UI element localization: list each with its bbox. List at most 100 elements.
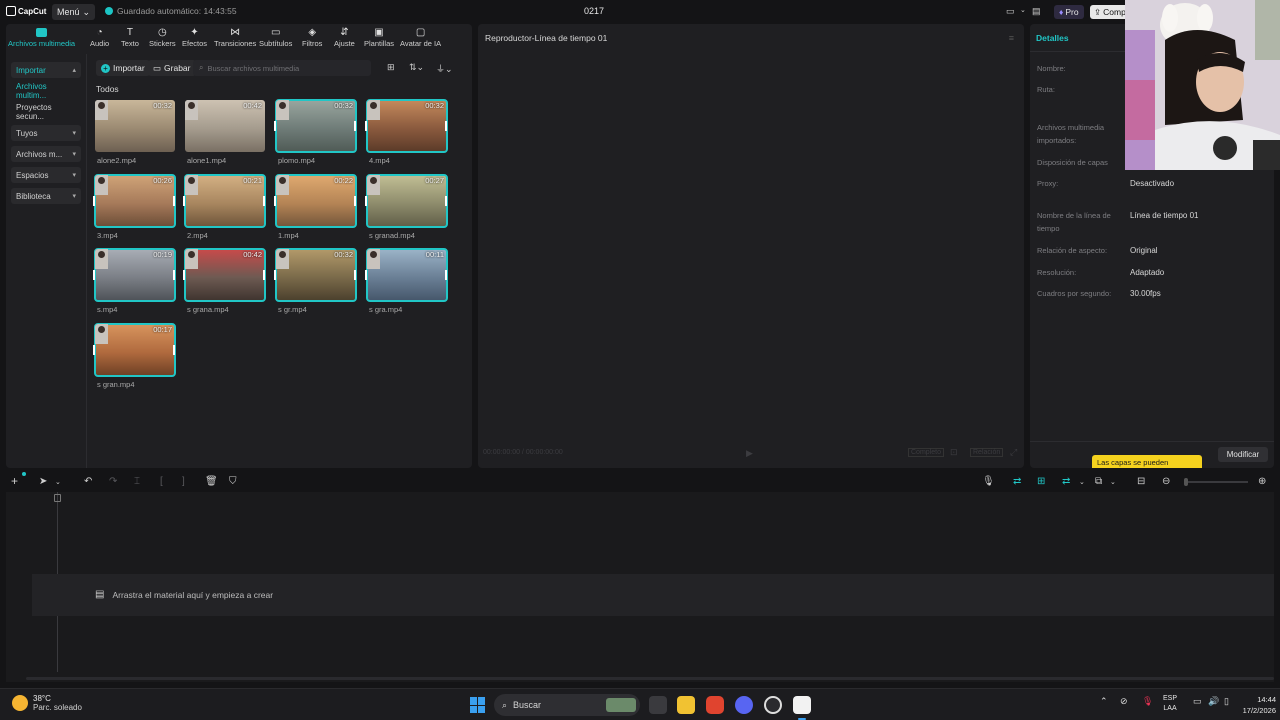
modify-button[interactable]: Modificar — [1218, 447, 1268, 462]
filter-icon[interactable]: ⏚⌄ — [436, 62, 453, 75]
media-thumbnail[interactable]: 00:21 — [184, 174, 266, 228]
chevron-up-icon[interactable]: ⌃ — [1100, 696, 1108, 707]
share-button[interactable]: ⇪ Comp — [1090, 5, 1130, 19]
tab-filters[interactable]: ◈ Filtros — [302, 27, 322, 48]
chevron-down-icon[interactable]: ⌄ — [1079, 478, 1085, 486]
fullscreen-icon[interactable]: ⤢ — [1010, 447, 1017, 458]
shortcuts-icon[interactable]: ▤ — [1032, 6, 1041, 17]
monitor-icon[interactable]: ▭ — [1193, 696, 1202, 707]
chevron-down-icon[interactable]: ⌄ — [55, 478, 61, 486]
windows-start-icon[interactable] — [470, 697, 486, 713]
trim-handle[interactable] — [445, 270, 447, 280]
trim-handle[interactable] — [263, 270, 265, 280]
capcut-taskbar-icon[interactable] — [793, 696, 811, 714]
tab-templates[interactable]: ▣ Plantillas — [364, 27, 394, 48]
trim-handle[interactable] — [173, 345, 175, 355]
tab-effects[interactable]: ✦ Efectos — [182, 27, 207, 48]
grid-view-icon[interactable]: ⊞ — [387, 62, 395, 73]
volume-icon[interactable]: 🔊 — [1208, 696, 1219, 707]
sidebar-item[interactable]: Archivos m... ▾ — [11, 146, 81, 162]
trim-handle[interactable] — [365, 270, 367, 280]
playhead-handle[interactable] — [54, 494, 61, 502]
file-explorer-icon[interactable] — [677, 696, 695, 714]
project-title[interactable]: 0217 — [584, 6, 604, 16]
zoom-in-icon[interactable]: ⊕ — [1258, 476, 1266, 487]
trim-handle[interactable] — [183, 270, 185, 280]
language-indicator[interactable]: ESP LAA — [1163, 694, 1177, 714]
tab-transitions[interactable]: ⋈ Transiciones — [214, 27, 256, 48]
sidebar-item[interactable]: Tuyos ▾ — [11, 125, 81, 141]
tab-ai-avatar[interactable]: ▢ Avatar de IA — [400, 27, 441, 48]
sidebar-item[interactable]: Archivos multim... — [11, 82, 81, 100]
import-button[interactable]: + Importar — [96, 60, 150, 76]
media-thumbnail[interactable]: 00:17 — [94, 323, 176, 377]
layout-icon[interactable]: ▭ — [1006, 6, 1015, 17]
media-search[interactable]: ⌕ — [193, 60, 371, 76]
tab-media[interactable]: Archivos multimedia — [8, 27, 75, 48]
trim-handle[interactable] — [365, 121, 367, 131]
snap-icon[interactable]: ⇄ — [1062, 476, 1070, 487]
media-thumbnail[interactable]: 00:32 — [275, 99, 357, 153]
trim-handle[interactable] — [183, 196, 185, 206]
focus-icon[interactable]: ⊡ — [950, 447, 958, 458]
trim-right-icon[interactable]: ] — [182, 476, 185, 487]
trim-handle[interactable] — [354, 270, 356, 280]
media-thumbnail[interactable]: 00:42 — [185, 100, 265, 152]
chevron-down-icon[interactable]: ⌄ — [1020, 6, 1026, 14]
tab-text[interactable]: T Texto — [121, 27, 139, 48]
system-clock[interactable]: 14:44 17/2/2026 — [1242, 694, 1276, 716]
sidebar-item[interactable]: Importar ▴ — [11, 62, 81, 78]
media-thumbnail[interactable]: 00:26 — [94, 174, 176, 228]
media-thumbnail[interactable]: 00:32 — [275, 248, 357, 302]
play-icon[interactable]: ▶ — [746, 448, 753, 459]
quality-button[interactable]: Completo — [908, 448, 944, 457]
media-thumbnail[interactable]: 00:19 — [94, 248, 176, 302]
brave-browser-icon[interactable] — [706, 696, 724, 714]
sidebar-item[interactable]: Biblioteca ▾ — [11, 188, 81, 204]
magnet-icon[interactable]: ⊞ — [1037, 476, 1045, 487]
trim-handle[interactable] — [93, 270, 95, 280]
sort-icon[interactable]: ⇅⌄ — [409, 62, 424, 73]
sidebar-item[interactable]: Espacios ▾ — [11, 167, 81, 183]
trim-handle[interactable] — [365, 196, 367, 206]
timeline-scrollbar[interactable] — [26, 677, 1274, 680]
obs-icon[interactable] — [764, 696, 782, 714]
media-thumbnail[interactable]: 00:11 — [366, 248, 448, 302]
media-thumbnail[interactable]: 00:32 — [366, 99, 448, 153]
select-tool-icon[interactable]: ➤ — [39, 476, 47, 487]
media-thumbnail[interactable]: 00:42 — [184, 248, 266, 302]
trim-handle[interactable] — [445, 121, 447, 131]
trim-handle[interactable] — [274, 270, 276, 280]
tab-audio[interactable]: ◔ Audio — [90, 27, 109, 48]
sidebar-item[interactable]: Proyectos secun... — [11, 103, 81, 121]
chevron-down-icon[interactable]: ⌄ — [1110, 478, 1116, 486]
trim-handle[interactable] — [93, 345, 95, 355]
trim-handle[interactable] — [274, 196, 276, 206]
trim-handle[interactable] — [354, 121, 356, 131]
record-button[interactable]: ▭ Grabar — [148, 60, 196, 76]
ratio-button[interactable]: Relación — [970, 448, 1004, 457]
menu-button[interactable]: Menú ⌄ — [52, 4, 96, 20]
trim-handle[interactable] — [274, 121, 276, 131]
split-icon[interactable]: ⌶ — [134, 476, 140, 487]
media-thumbnail[interactable]: 00:27 — [366, 174, 448, 228]
task-view-icon[interactable] — [649, 696, 667, 714]
trim-left-icon[interactable]: [ — [160, 476, 163, 487]
tab-subtitles[interactable]: ▭ Subtítulos — [259, 27, 292, 48]
microphone-icon[interactable]: 🎙 — [982, 476, 995, 487]
preview-axis-icon[interactable]: ⧉ — [1095, 476, 1102, 487]
microphone-icon[interactable]: 🎙 — [1142, 696, 1153, 707]
discord-icon[interactable] — [735, 696, 753, 714]
zoom-slider-handle[interactable] — [1184, 478, 1188, 486]
trim-handle[interactable] — [445, 196, 447, 206]
redo-icon[interactable]: ↷ — [109, 476, 117, 487]
menu-icon[interactable]: ≡ — [1009, 33, 1014, 43]
link-clips-icon[interactable]: ⇄ — [1013, 476, 1021, 487]
network-off-icon[interactable]: ⊘ — [1120, 696, 1128, 707]
media-thumbnail[interactable]: 00:22 — [275, 174, 357, 228]
media-thumbnail[interactable]: 00:32 — [95, 100, 175, 152]
tab-adjust[interactable]: ⇵ Ajuste — [334, 27, 355, 48]
delete-icon[interactable]: 🗑 — [205, 476, 218, 487]
zoom-out-icon[interactable]: ⊖ — [1162, 476, 1170, 487]
taskbar-search[interactable]: ⌕ Buscar — [494, 694, 640, 716]
